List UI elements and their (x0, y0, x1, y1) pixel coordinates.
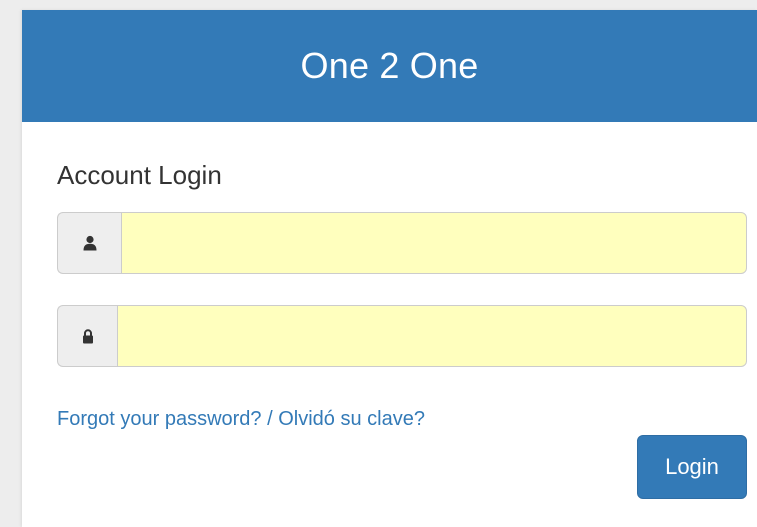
forgot-password-link[interactable]: Forgot your password? / Olvidó su clave? (57, 408, 425, 431)
page-title: One 2 One (300, 45, 479, 86)
password-input-group (57, 305, 747, 367)
card-header: One 2 One (22, 10, 757, 122)
username-input-group (57, 212, 747, 274)
login-card: One 2 One Account Login Forgot your pass… (22, 10, 757, 527)
password-field[interactable] (117, 305, 747, 367)
user-icon (57, 212, 121, 274)
account-login-heading: Account Login (57, 160, 222, 190)
login-button[interactable]: Login (637, 435, 747, 499)
lock-icon (57, 305, 117, 367)
username-field[interactable] (121, 212, 747, 274)
